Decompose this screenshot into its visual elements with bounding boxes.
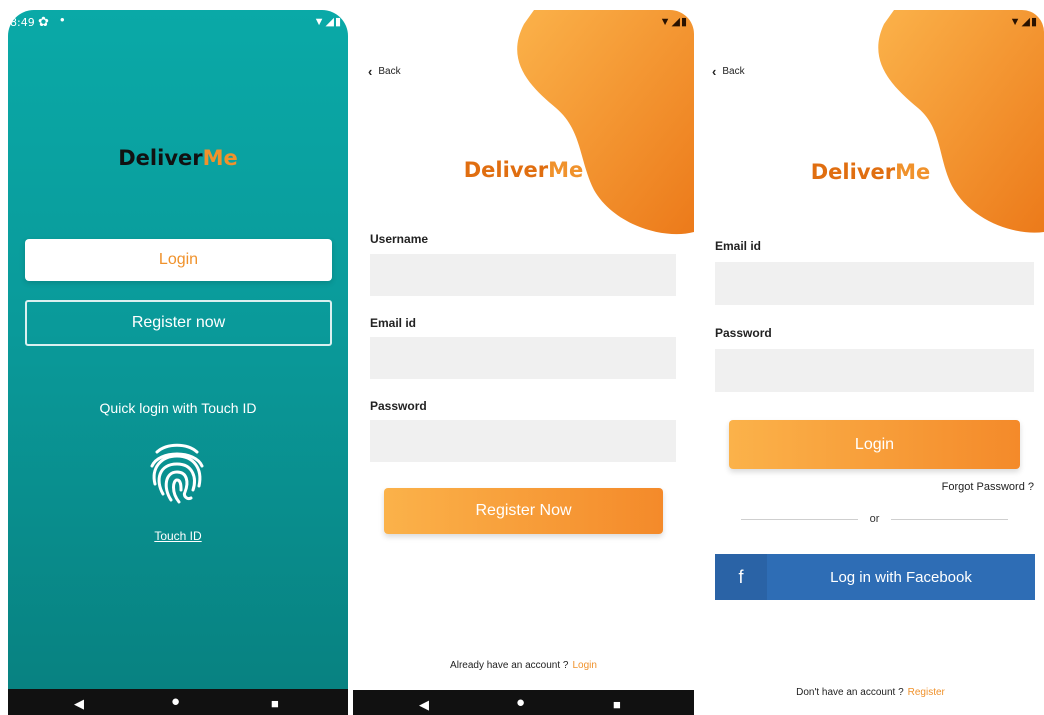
back-icon[interactable]: ◀ xyxy=(419,697,429,713)
status-bar: 8:49 ✿ • ▼◢▮ xyxy=(8,10,348,36)
footer-text: Don't have an account ? xyxy=(796,687,904,698)
email-label: Email id xyxy=(715,239,762,253)
facebook-login-button[interactable]: f Log in with Facebook xyxy=(715,554,1035,600)
back-icon[interactable]: ◀ xyxy=(74,696,84,712)
divider-line xyxy=(891,518,1008,520)
facebook-login-label: Log in with Facebook xyxy=(830,568,972,586)
decorative-blob xyxy=(878,10,1044,233)
notification-dot-icon: • xyxy=(60,12,65,27)
back-label: Back xyxy=(378,66,401,77)
footer-text: Already have an account ? xyxy=(450,660,569,671)
recents-icon[interactable]: ■ xyxy=(613,697,621,712)
app-logo: DeliverMe xyxy=(353,158,694,182)
status-bar: ▼◢▮ xyxy=(697,10,1044,36)
email-input[interactable] xyxy=(370,337,676,379)
email-input[interactable] xyxy=(715,262,1034,305)
signal-icon: ◢ xyxy=(1021,16,1031,28)
nav-bar: ◀ ● ■ xyxy=(353,690,694,715)
logo-part-1: Deliver xyxy=(118,146,203,170)
or-text: or xyxy=(869,513,880,525)
settings-icon: ✿ xyxy=(38,14,49,29)
register-screen: ▼◢▮ ‹ Back DeliverMe Username Email id P… xyxy=(353,10,694,715)
home-icon[interactable]: ● xyxy=(171,693,180,710)
username-input[interactable] xyxy=(370,254,676,296)
login-button[interactable]: Login xyxy=(729,420,1020,469)
chevron-left-icon: ‹ xyxy=(712,64,717,79)
forgot-password-link[interactable]: Forgot Password ? xyxy=(942,481,1034,493)
status-icons: ▼◢▮ xyxy=(314,15,342,28)
back-button[interactable]: ‹ Back xyxy=(712,64,745,79)
login-link[interactable]: Login xyxy=(572,660,596,671)
logo-part-1: Deliver xyxy=(463,158,549,182)
signal-icon: ◢ xyxy=(671,16,681,28)
touch-id-link[interactable]: Touch ID xyxy=(8,529,348,543)
login-prompt: Already have an account ? Login xyxy=(353,660,694,671)
quick-login-text: Quick login with Touch ID xyxy=(99,400,257,416)
app-logo: DeliverMe xyxy=(8,146,348,170)
password-input[interactable] xyxy=(715,349,1034,392)
battery-icon: ▮ xyxy=(680,16,688,28)
signal-icon: ◢ xyxy=(325,16,335,28)
status-icons: ▼◢▮ xyxy=(660,15,688,28)
logo-part-2: Me xyxy=(895,160,931,184)
register-button[interactable]: Register now xyxy=(25,300,332,346)
decorative-blob xyxy=(517,10,694,235)
login-button[interactable]: Login xyxy=(25,239,332,281)
password-label: Password xyxy=(370,399,427,413)
status-icons: ▼◢▮ xyxy=(1010,15,1038,28)
status-bar: ▼◢▮ xyxy=(353,10,694,36)
recents-icon[interactable]: ■ xyxy=(271,696,279,711)
password-input[interactable] xyxy=(370,420,676,462)
home-icon[interactable]: ● xyxy=(516,694,525,711)
logo-part-1: Deliver xyxy=(810,160,896,184)
or-divider: or xyxy=(741,513,1008,525)
register-now-button[interactable]: Register Now xyxy=(384,488,663,534)
email-label: Email id xyxy=(370,316,417,330)
username-label: Username xyxy=(370,232,429,246)
welcome-screen: 8:49 ✿ • ▼◢▮ DeliverMe Login Register no… xyxy=(8,10,348,715)
password-label: Password xyxy=(715,326,772,340)
nav-bar: ◀ ● ■ xyxy=(8,689,348,715)
logo-part-2: Me xyxy=(548,158,584,182)
register-link[interactable]: Register xyxy=(908,687,945,698)
facebook-icon: f xyxy=(715,554,767,600)
divider-line xyxy=(741,518,858,520)
wifi-icon: ▼ xyxy=(313,16,326,28)
battery-icon: ▮ xyxy=(1030,16,1038,28)
fingerprint-icon[interactable] xyxy=(147,440,207,504)
wifi-icon: ▼ xyxy=(1009,16,1022,28)
status-time: 8:49 xyxy=(10,16,35,29)
back-label: Back xyxy=(722,66,745,77)
chevron-left-icon: ‹ xyxy=(368,64,373,79)
login-screen: ▼◢▮ ‹ Back DeliverMe Email id Password L… xyxy=(697,10,1044,715)
wifi-icon: ▼ xyxy=(659,16,672,28)
app-logo: DeliverMe xyxy=(697,160,1044,184)
register-prompt: Don't have an account ? Register xyxy=(697,687,1044,698)
logo-part-2: Me xyxy=(202,146,238,170)
battery-icon: ▮ xyxy=(334,16,342,28)
back-button[interactable]: ‹ Back xyxy=(368,64,401,79)
